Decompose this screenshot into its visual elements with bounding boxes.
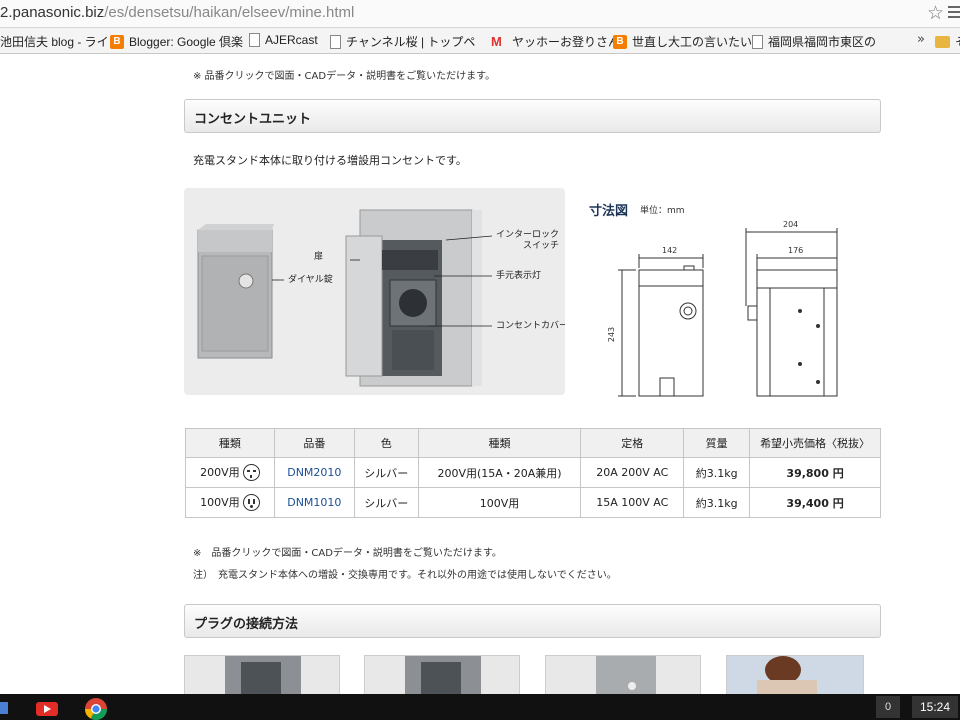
system-clock[interactable]: 15:24 — [912, 696, 958, 718]
cell-color: シルバー — [353, 457, 419, 488]
cell-price: 39,800 円 — [749, 457, 881, 488]
cell-color: シルバー — [353, 487, 419, 518]
col-header: 希望小売価格〈税抜〉 — [749, 428, 881, 458]
bookmark-item[interactable]: チャンネル桜 | トップペ — [330, 33, 475, 50]
part-click-note: ※ 品番クリックで図面・CADデータ・説明書をご覧いただけます。 — [193, 548, 502, 559]
gmail-icon: M — [491, 33, 502, 49]
col-header: 定格 — [580, 428, 685, 458]
thumbnail-image[interactable] — [364, 655, 520, 695]
callout-indicator-light: 手元表示灯 — [496, 271, 542, 281]
cell-type: 200V用 — [185, 457, 275, 488]
callout-dial-lock: ダイヤル錠 — [288, 275, 333, 285]
bookmark-item[interactable]: B Blogger: Google 倶楽 — [110, 33, 243, 50]
callout-interlock-switch: インターロック スイッチ — [496, 230, 560, 251]
section-title: プラグの接続方法 — [194, 617, 299, 632]
cell-kind: 100V用 — [417, 487, 582, 518]
part-link-dnm2010[interactable]: DNM2010 — [287, 466, 341, 479]
dim-height: 243 — [607, 326, 617, 343]
callout-outlet-cover: コンセントカバー — [496, 321, 565, 331]
spec-table: 種類 品番 色 種類 定格 質量 希望小売価格〈税抜〉 200V用 DNM201… — [185, 428, 881, 518]
outlet-200v-icon — [242, 464, 260, 482]
outlet-100v-icon — [242, 494, 260, 512]
page-icon — [752, 34, 763, 49]
table-row: 200V用 DNM2010 シルバー 200V用(15A・20A兼用) 20A … — [185, 457, 881, 488]
product-photo: 扉 ダイヤル錠 インターロック スイッチ 手元表示灯 コンセントカバー — [184, 188, 565, 395]
bookmark-item[interactable]: 福岡県福岡市東区の — [752, 33, 876, 50]
page-icon — [249, 33, 260, 47]
top-note: ※ 品番クリックで図面・CADデータ・説明書をご覧いただけます。 — [193, 71, 496, 82]
usage-note: 注） 充電スタンド本体への増設・交換専用です。それ以外の用途では使用しないでくだ… — [193, 570, 617, 581]
notification-count[interactable]: 0 — [876, 696, 900, 718]
cell-weight: 約3.1kg — [683, 457, 751, 488]
table-header-row: 種類 品番 色 種類 定格 質量 希望小売価格〈税抜〉 — [185, 428, 881, 458]
col-header: 色 — [353, 428, 419, 458]
bookmark-item[interactable]: M ヤッホーお登りさん — [491, 33, 620, 50]
cell-rating: 15A 100V AC — [580, 487, 685, 518]
cell-price: 39,400 円 — [749, 487, 881, 518]
app-launcher-icon — [0, 702, 8, 714]
url-path: /es/densetsu/haikan/elseev/mine.html — [104, 4, 355, 21]
bookmark-item[interactable]: AJERcast — [249, 33, 318, 47]
url-host: 2.panasonic.biz — [0, 4, 105, 21]
folder-icon — [935, 35, 950, 48]
section-header-plug-connection: プラグの接続方法 — [184, 604, 881, 638]
table-row: 100V用 DNM1010 シルバー 100V用 15A 100V AC 約3.… — [185, 487, 881, 518]
browser-menu-icon[interactable] — [948, 6, 960, 21]
thumbnail-image[interactable] — [545, 655, 701, 695]
address-bar[interactable]: 2.panasonic.biz/es/densetsu/haikan/elsee… — [0, 0, 960, 28]
col-header: 質量 — [683, 428, 751, 458]
section-description: 充電スタンド本体に取り付ける増設用コンセントです。 — [193, 154, 467, 167]
url-text[interactable]: 2.panasonic.biz/es/densetsu/haikan/elsee… — [0, 4, 354, 21]
blogger-icon: B — [613, 34, 627, 49]
blogger-icon: B — [110, 34, 124, 49]
thumbnail-image[interactable] — [726, 655, 864, 695]
cell-part-number: DNM1010 — [273, 487, 355, 518]
dim-front-width: 142 — [662, 246, 678, 255]
page-icon — [330, 34, 341, 49]
os-taskbar: 0 15:24 — [0, 694, 960, 720]
section-title: コンセントユニット — [194, 112, 312, 127]
dimension-drawing — [618, 228, 838, 397]
callout-door: 扉 — [314, 252, 324, 262]
part-link-dnm1010[interactable]: DNM1010 — [287, 496, 341, 509]
dim-total-depth: 204 — [783, 220, 799, 229]
col-header: 種類 — [185, 428, 275, 458]
bookmark-folder[interactable]: そ — [935, 33, 960, 50]
cell-kind: 200V用(15A・20A兼用) — [417, 457, 582, 488]
cell-weight: 約3.1kg — [683, 487, 751, 518]
cell-part-number: DNM2010 — [273, 457, 355, 488]
bookmark-star-icon[interactable]: ☆ — [927, 2, 944, 24]
col-header: 種類 — [417, 428, 582, 458]
thumbnail-image[interactable] — [184, 655, 340, 695]
dim-side-depth: 176 — [788, 246, 804, 255]
col-header: 品番 — [273, 428, 355, 458]
bookmarks-overflow-button[interactable]: » — [917, 32, 925, 47]
bookmarks-bar: 池田信夫 blog - ライ B Blogger: Google 倶楽 AJERc… — [0, 28, 960, 54]
cell-rating: 20A 200V AC — [580, 457, 685, 488]
cell-type: 100V用 — [185, 487, 275, 518]
bookmark-item[interactable]: B 世直し大工の言いたい — [613, 33, 752, 50]
section-header-outlet-unit: コンセントユニット — [184, 99, 881, 133]
bookmark-item[interactable]: 池田信夫 blog - ライ — [0, 33, 109, 50]
